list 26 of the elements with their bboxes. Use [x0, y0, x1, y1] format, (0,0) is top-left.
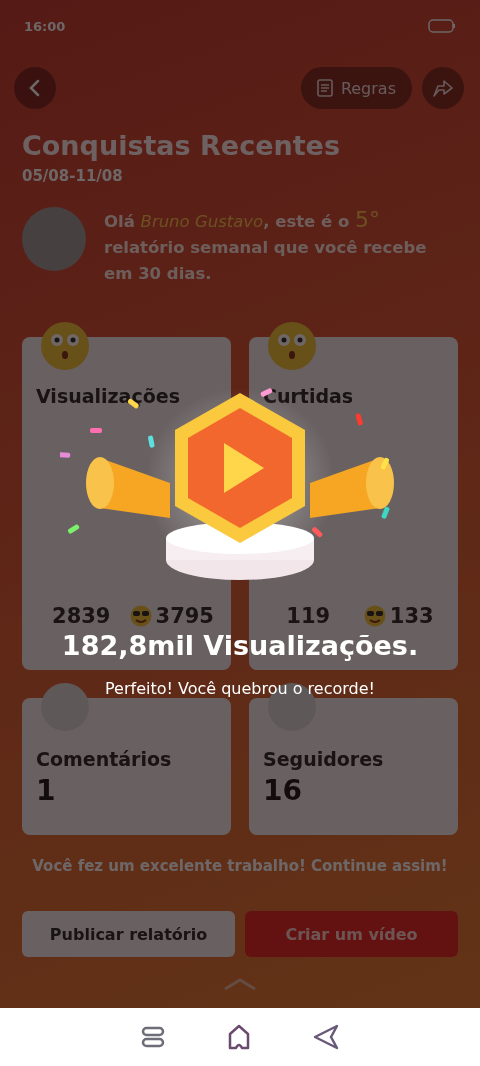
publish-report-button[interactable]: Publicar relatório [22, 911, 235, 957]
stat-value: 16 [263, 774, 303, 807]
stat-label: Comentários [36, 748, 173, 770]
battery-icon [428, 19, 456, 33]
stat-value: 119 [286, 604, 331, 628]
page-title: Conquistas Recentes [22, 130, 341, 161]
share-icon [432, 78, 454, 98]
best-value: 3795 [155, 604, 214, 628]
date-range: 05/08-11/08 [22, 167, 124, 185]
best-value: 133 [389, 604, 434, 628]
popup-headline: 182,8mil Visualizações. [61, 630, 419, 661]
document-icon [316, 79, 333, 97]
popup-message: Perfeito! Você quebrou o recorde! [105, 679, 375, 698]
encouragement-text: Você fez um excelente trabalho! Continue assim! [31, 857, 449, 875]
stat-label: Curtidas [263, 385, 355, 407]
stat-label: Visualizações [36, 385, 181, 407]
sunglasses-emoji-icon [129, 605, 152, 627]
bubble-icon [40, 682, 90, 732]
stat-value: 1 [36, 774, 57, 807]
emoji-icon [267, 321, 317, 371]
status-time: 16:00 [24, 18, 66, 34]
sunglasses-emoji-icon [363, 605, 386, 627]
emoji-icon [40, 321, 90, 371]
create-video-button[interactable]: Criar um vídeo [245, 911, 458, 957]
stat-value: 2839 [52, 604, 111, 628]
stat-label: Seguidores [263, 748, 385, 770]
